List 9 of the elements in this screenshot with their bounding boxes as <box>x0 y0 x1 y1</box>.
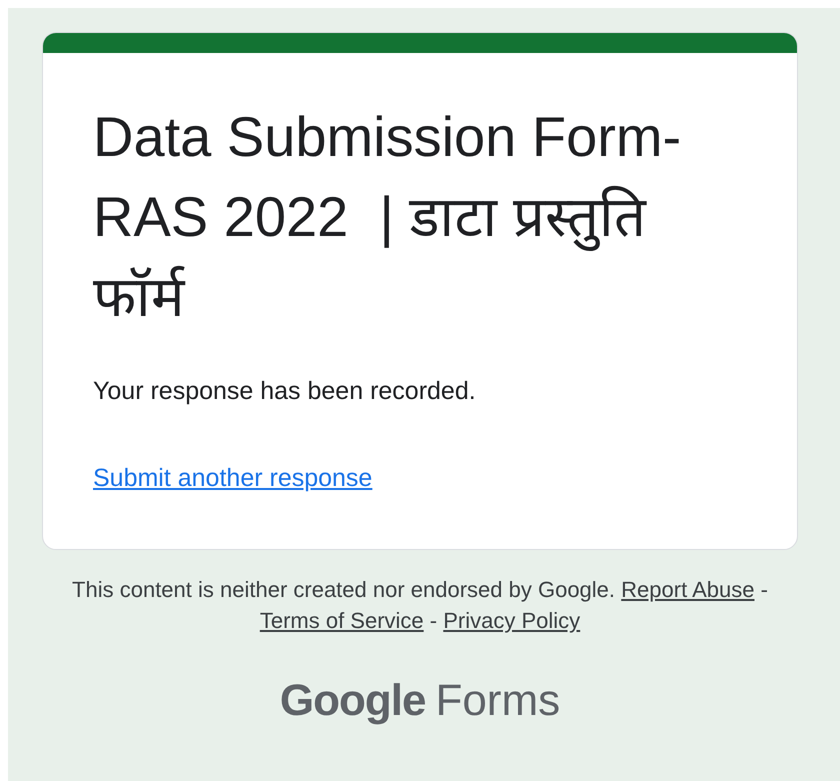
footer-link[interactable]: Privacy Policy <box>443 608 580 633</box>
footer-link[interactable]: Report Abuse <box>621 577 754 602</box>
submit-another-link[interactable]: Submit another response <box>93 464 372 493</box>
footer-link[interactable]: Terms of Service <box>260 608 424 633</box>
footer-disclaimer: This content is neither created nor endorsed by Google. Report Abuse - Terms of Service - Privacy Policy <box>71 576 769 635</box>
logo-product: Forms <box>435 676 560 726</box>
form-title: Data Submission Form- RAS 2022 | डाटा प्रस्तुति फॉर्म <box>93 104 682 330</box>
confirmation-message: Your response has been recorded. <box>93 377 477 406</box>
logo-brand: Google <box>280 676 426 726</box>
